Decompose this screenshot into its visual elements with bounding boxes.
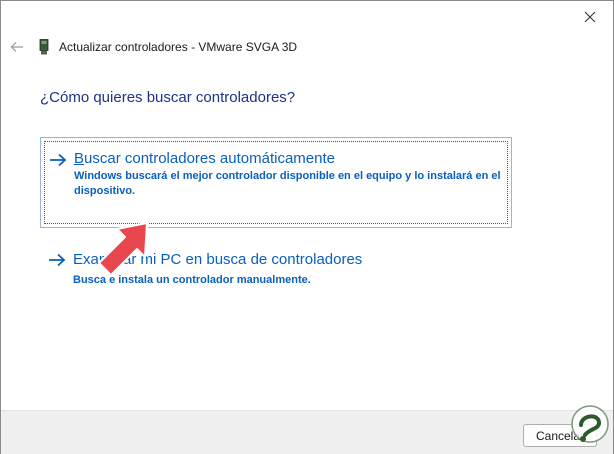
back-button[interactable] [7, 37, 27, 57]
option-title: Buscar controladores automáticamente [74, 150, 335, 167]
device-icon [39, 39, 49, 55]
close-icon [584, 11, 596, 23]
auto-search-option[interactable]: Buscar controladores automáticamente Win… [40, 137, 512, 228]
dialog-title: Actualizar controladores - VMware SVGA 3… [59, 40, 298, 54]
annotation-arrow-icon [98, 222, 148, 276]
dialog-header: Actualizar controladores - VMware SVGA 3… [1, 33, 613, 61]
title-bar [1, 1, 613, 33]
right-arrow-icon [50, 153, 67, 167]
dialog-footer: Cancelar [1, 410, 613, 454]
update-drivers-dialog: Actualizar controladores - VMware SVGA 3… [0, 0, 614, 454]
close-button[interactable] [567, 1, 613, 33]
option-description: Windows buscará el mejor controlador dis… [74, 170, 501, 197]
page-question: ¿Cómo quieres buscar controladores? [40, 89, 296, 106]
right-arrow-icon [49, 253, 66, 267]
watermark-logo [571, 405, 609, 443]
back-arrow-icon [10, 42, 23, 52]
